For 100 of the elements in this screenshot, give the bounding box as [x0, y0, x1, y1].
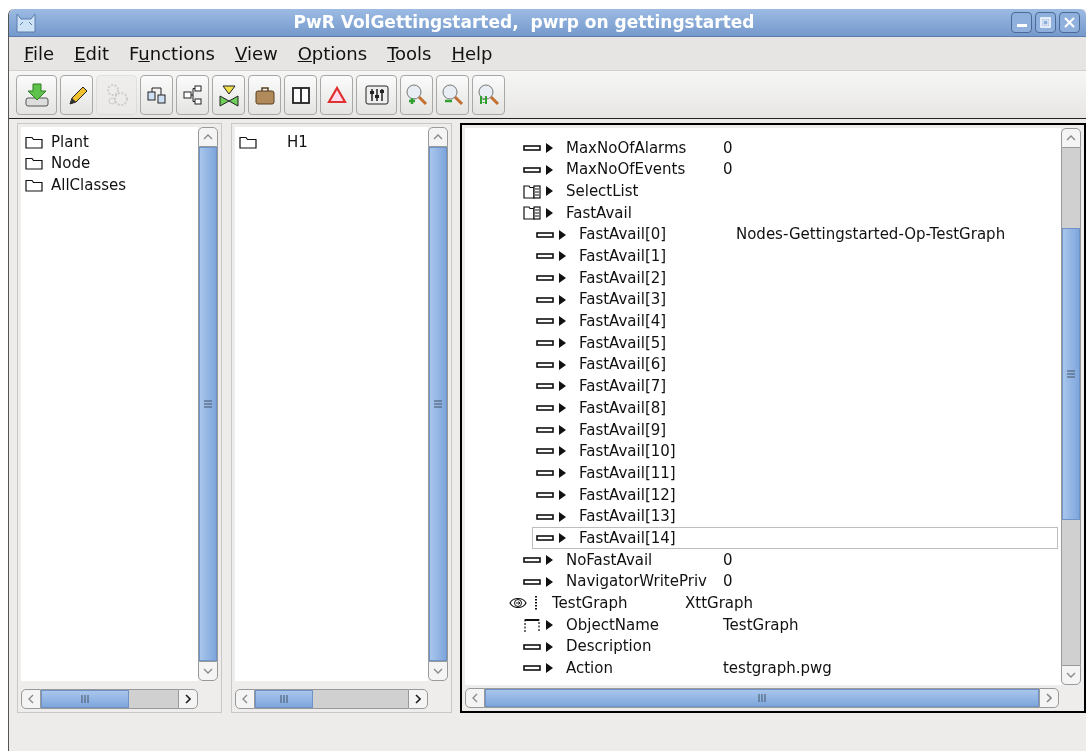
tree-row[interactable]: FastAvail[11] — [531, 462, 1058, 484]
scrollbar-thumb[interactable] — [429, 147, 447, 661]
attribute-name: FastAvail[11] — [578, 462, 677, 484]
grip-icon — [204, 400, 212, 408]
scroll-right-button[interactable] — [178, 689, 198, 709]
tree-row[interactable]: FastAvail[6] — [531, 353, 1058, 376]
tree-item[interactable]: Node — [25, 152, 198, 174]
scroll-up-button[interactable] — [1061, 128, 1081, 148]
attribute-icon — [535, 253, 554, 260]
attribute-name: FastAvail[5] — [578, 332, 668, 354]
attribute-icon — [535, 513, 554, 520]
menu-item[interactable]: Functions — [120, 40, 224, 67]
tree-row[interactable]: SelectList — [518, 180, 1058, 203]
attribute-name: FastAvail[8] — [578, 397, 668, 419]
attribute-icon — [535, 426, 554, 433]
scroll-up-button[interactable] — [198, 127, 218, 147]
scroll-down-button[interactable] — [428, 661, 448, 681]
item-label: Plant — [51, 131, 89, 153]
scrollbar-thumb[interactable] — [484, 689, 1039, 707]
tree-row[interactable]: Action testgraph.pwg — [518, 657, 1058, 680]
attribute-icon — [522, 556, 541, 563]
window-title: PwR VolGettingstarted, pwrp on gettingstarted — [292, 10, 756, 34]
toolbar-button[interactable] — [60, 74, 93, 115]
tree-row[interactable]: FastAvail[7] — [531, 375, 1058, 398]
tree-item[interactable]: H1 — [239, 131, 428, 153]
maximize-button[interactable] — [1035, 12, 1056, 33]
scroll-right-button[interactable] — [1039, 688, 1059, 708]
attribute-name: FastAvail[1] — [578, 246, 668, 268]
attribute-name: FastAvail[7] — [578, 376, 668, 398]
tree-row[interactable]: MaxNoOfAlarms 0 — [518, 137, 1058, 159]
grip-icon — [280, 695, 288, 703]
menu-item[interactable]: Edit — [65, 40, 118, 67]
tree-row[interactable]: FastAvail[3] — [531, 288, 1058, 311]
tree-row[interactable]: FastAvail[5] — [531, 332, 1058, 354]
scroll-down-button[interactable] — [198, 661, 218, 681]
scrollbar-thumb[interactable] — [1062, 228, 1080, 520]
attribute-name: FastAvail[0] — [578, 224, 668, 246]
attribute-name: FastAvail[4] — [578, 311, 668, 333]
tree-row[interactable]: ObjectName TestGraph — [518, 614, 1058, 636]
expand-arrow-icon — [558, 403, 566, 414]
zoom-in-icon — [403, 81, 430, 108]
tree-row[interactable]: FastAvail[1] — [531, 245, 1058, 268]
attribute-name: FastAvail[3] — [578, 289, 668, 311]
menu-item[interactable]: Options — [288, 40, 377, 67]
attribute-value: 0 — [722, 159, 733, 181]
scrollbar-thumb[interactable] — [41, 690, 129, 708]
tree-row[interactable]: FastAvail — [518, 202, 1058, 224]
tree-row[interactable]: FastAvail[9] — [531, 418, 1058, 441]
scroll-left-button[interactable] — [235, 689, 255, 709]
tree-row[interactable]: NavigatorWritePriv 0 — [518, 570, 1058, 593]
tree-row[interactable]: FastAvail[0] Nodes-Gettingstarted-Op-TestGraph — [531, 223, 1058, 246]
tree-row[interactable]: FastAvail[13] — [531, 505, 1058, 528]
tree-item[interactable]: Plant — [25, 131, 198, 153]
scroll-down-button[interactable] — [1061, 665, 1081, 685]
tree-row[interactable]: FastAvail[2] — [531, 267, 1058, 289]
sliders-icon — [363, 82, 390, 107]
menu-item[interactable]: Tools — [378, 40, 441, 67]
menu-item[interactable]: View — [225, 40, 287, 67]
scrollbar-thumb[interactable] — [199, 147, 217, 661]
attribute-icon — [535, 405, 554, 412]
tree-row[interactable]: FastAvail[12] — [531, 484, 1058, 506]
toolbar-button[interactable] — [212, 74, 245, 115]
bracket-icon — [522, 617, 541, 632]
tree-row[interactable]: FastAvail[8] — [531, 397, 1058, 419]
tree-row[interactable]: FastAvail[10] — [531, 440, 1058, 463]
folder-icon — [25, 177, 43, 192]
expand-arrow-icon — [558, 359, 566, 370]
expand-arrow-icon — [558, 446, 566, 457]
tree-row[interactable]: TestGraph XttGraph — [506, 592, 1058, 615]
attribute-icon — [535, 231, 554, 238]
toolbar-button[interactable] — [284, 74, 317, 115]
expand-arrow-icon — [558, 381, 566, 392]
scroll-up-button[interactable] — [428, 127, 448, 147]
expand-arrow-icon — [545, 619, 553, 630]
menu-item[interactable]: Help — [442, 40, 502, 67]
tree-row[interactable]: MaxNoOfEvents 0 — [518, 158, 1058, 181]
expand-arrow-icon — [558, 272, 566, 283]
expand-arrow-icon — [545, 576, 553, 587]
scroll-left-button[interactable] — [21, 689, 41, 709]
tree-row[interactable]: Description — [518, 635, 1058, 658]
tree-row[interactable]: NoFastAvail 0 — [518, 549, 1058, 571]
attribute-name: TestGraph — [551, 593, 629, 615]
minimize-button[interactable] — [1011, 12, 1032, 33]
scroll-left-button[interactable] — [464, 688, 485, 708]
attribute-value: TestGraph — [722, 614, 799, 636]
close-button[interactable] — [1059, 12, 1080, 33]
tree-item[interactable]: AllClasses — [25, 174, 198, 196]
expand-arrow-icon — [558, 468, 566, 479]
expand-arrow-icon — [545, 641, 553, 652]
attribute-value: 0 — [722, 549, 733, 571]
attribute-icon — [535, 470, 554, 477]
folder-icon — [25, 134, 43, 149]
toolbar-button[interactable] — [356, 74, 397, 115]
tree-row[interactable]: FastAvail[14] — [531, 527, 1058, 550]
valve-icon — [216, 82, 241, 107]
scroll-right-button[interactable] — [408, 689, 428, 709]
tree-row[interactable]: FastAvail[4] — [531, 310, 1058, 333]
attribute-value: 0 — [722, 137, 733, 159]
scrollbar-thumb[interactable] — [255, 690, 313, 708]
menu-item[interactable]: File — [15, 40, 64, 67]
